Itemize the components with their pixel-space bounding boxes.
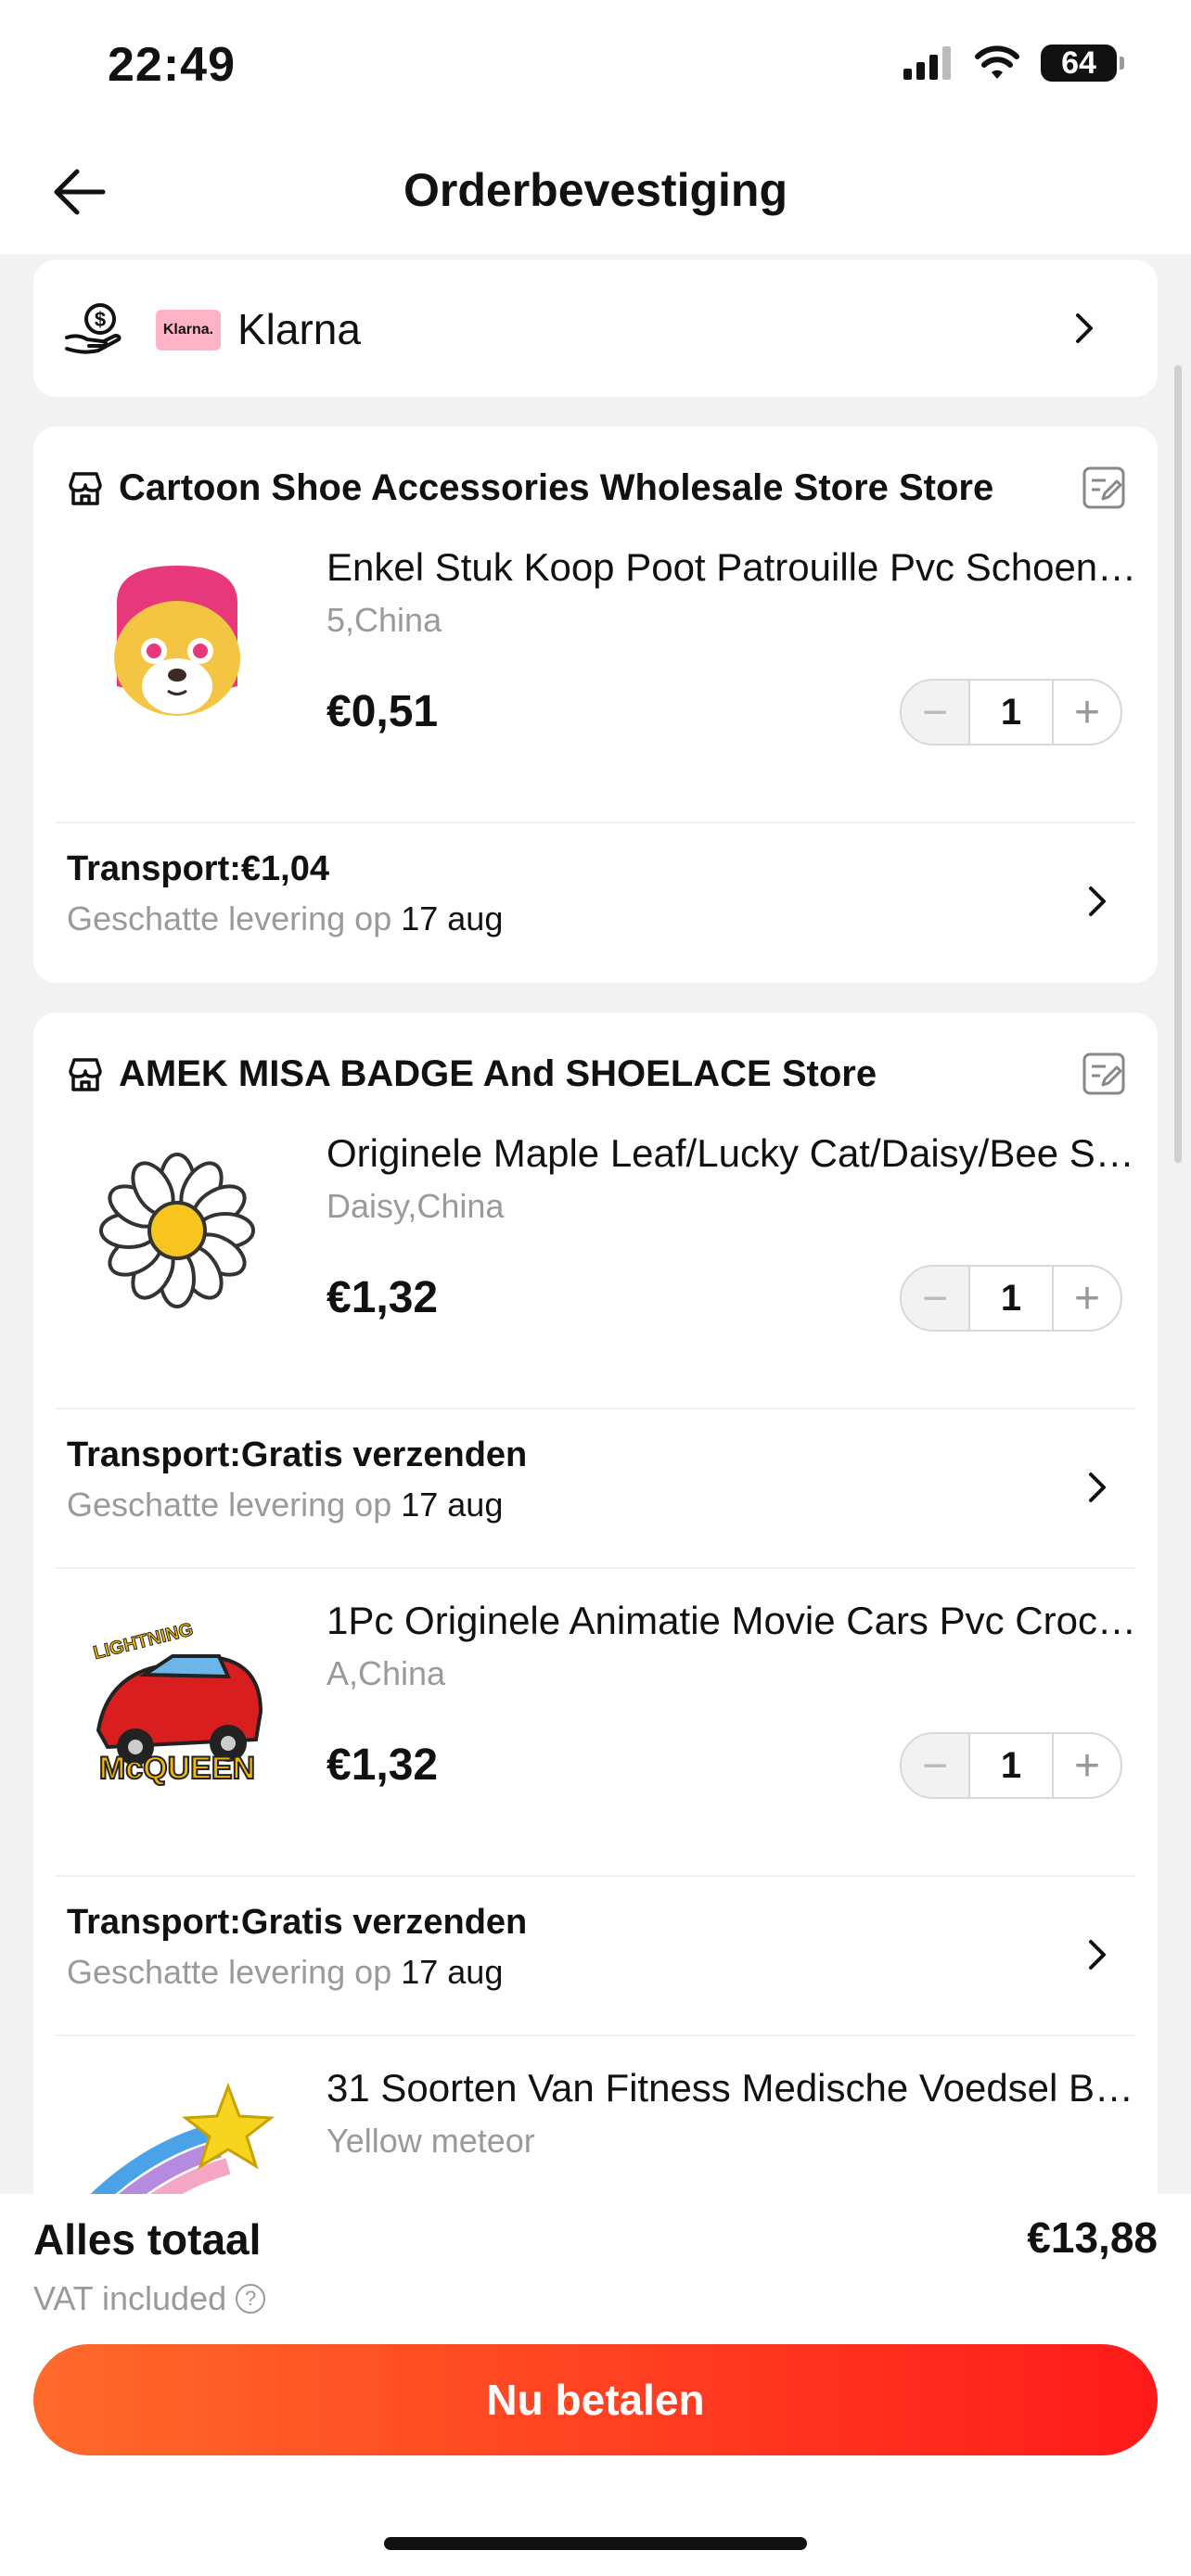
decrease-quantity-button[interactable]: − (902, 1734, 968, 1797)
product-item[interactable]: Originele Maple Leaf/Lucky Cat/Daisy/Bee… (33, 1105, 1158, 1384)
payment-hand-coin-icon: $ (65, 303, 122, 354)
delivery-estimate: Geschatte levering op 17 aug (67, 1486, 503, 1524)
chevron-right-icon (1089, 1940, 1106, 1970)
quantity-value[interactable]: 1 (968, 1267, 1054, 1330)
scrollbar[interactable] (1174, 365, 1182, 1163)
product-price: €0,51 (327, 687, 439, 736)
wifi-icon (975, 45, 1019, 79)
decrease-quantity-button[interactable]: − (902, 1267, 968, 1330)
product-item[interactable]: 31 Soorten Van Fitness Medische Voedsel … (33, 2040, 1158, 2194)
delivery-date: 17 aug (401, 1953, 504, 1991)
divider (56, 2034, 1135, 2036)
product-price: €1,32 (327, 1273, 439, 1322)
product-variant: 5,China (327, 601, 442, 639)
product-title: 1Pc Originele Animatie Movie Cars Pvc Cr… (327, 1599, 1143, 1642)
store-icon (69, 471, 102, 505)
store-header[interactable]: Cartoon Shoe Accessories Wholesale Store… (67, 467, 993, 509)
shipping-label: Transport:€1,04 (67, 849, 329, 888)
page-title: Orderbevestiging (403, 164, 788, 216)
nav-bar: Orderbevestiging (0, 130, 1191, 254)
product-price: €1,32 (327, 1741, 439, 1790)
note-edit-icon[interactable] (1082, 1052, 1126, 1096)
quantity-stepper[interactable]: − 1 + (900, 679, 1122, 746)
decrease-quantity-button[interactable]: − (902, 681, 968, 744)
shipping-row[interactable]: Transport:Gratis verzenden Geschatte lev… (33, 1409, 1158, 1567)
product-item[interactable]: McQUEEN LIGHTNING 1Pc Originele Animatie… (33, 1573, 1158, 1851)
product-title: Originele Maple Leaf/Lucky Cat/Daisy/Bee… (327, 1131, 1143, 1175)
product-variant: Yellow meteor (327, 2122, 535, 2160)
delivery-estimate: Geschatte levering op 17 aug (67, 899, 503, 938)
product-title: Enkel Stuk Koop Poot Patrouille Pvc Scho… (327, 545, 1143, 589)
product-image (90, 2082, 275, 2194)
svg-text:$: $ (95, 308, 106, 331)
chevron-right-icon (1089, 886, 1106, 916)
divider (56, 1567, 1135, 1569)
product-image: McQUEEN LIGHTNING (91, 1619, 263, 1787)
store-header[interactable]: AMEK MISA BADGE And SHOELACE Store (67, 1053, 877, 1095)
chevron-right-icon (1089, 1473, 1106, 1502)
product-variant: Daisy,China (327, 1187, 505, 1225)
order-content[interactable]: $ Klarna. Klarna Cartoon Shoe Accessorie… (0, 254, 1191, 2194)
home-indicator[interactable] (384, 2537, 807, 2550)
total-amount: €13,88 (1027, 2213, 1158, 2262)
signal-icon (903, 46, 951, 80)
product-variant: A,China (327, 1654, 446, 1692)
pay-now-button[interactable]: Nu betalen (33, 2344, 1158, 2455)
store-card: AMEK MISA BADGE And SHOELACE Store Origi… (33, 1013, 1158, 2194)
quantity-stepper[interactable]: − 1 + (900, 1265, 1122, 1332)
increase-quantity-button[interactable]: + (1054, 1267, 1121, 1330)
product-image (99, 1153, 255, 1308)
increase-quantity-button[interactable]: + (1054, 1734, 1121, 1797)
payment-method-row[interactable]: $ Klarna. Klarna (33, 260, 1158, 397)
product-item[interactable]: Enkel Stuk Koop Poot Patrouille Pvc Scho… (33, 519, 1158, 797)
shipping-row[interactable]: Transport:€1,04 Geschatte levering op 17… (33, 823, 1158, 981)
battery-indicator: 64 (1041, 45, 1124, 82)
delivery-prefix: Geschatte levering op (67, 1486, 392, 1524)
store-card: Cartoon Shoe Accessories Wholesale Store… (33, 427, 1158, 983)
store-name: AMEK MISA BADGE And SHOELACE Store (119, 1053, 877, 1094)
increase-quantity-button[interactable]: + (1054, 681, 1121, 744)
delivery-date: 17 aug (401, 1486, 504, 1524)
store-icon (69, 1057, 102, 1091)
chevron-right-icon (1076, 313, 1093, 343)
quantity-stepper[interactable]: − 1 + (900, 1732, 1122, 1799)
delivery-prefix: Geschatte levering op (67, 1953, 392, 1991)
store-name: Cartoon Shoe Accessories Wholesale Store… (119, 467, 994, 508)
note-edit-icon[interactable] (1082, 465, 1126, 510)
total-label: Alles totaal (33, 2215, 262, 2264)
checkout-footer: Alles totaal €13,88 VAT included ? Nu be… (0, 2194, 1191, 2576)
product-title: 31 Soorten Van Fitness Medische Voedsel … (327, 2066, 1143, 2110)
status-icons: 64 (903, 45, 1124, 82)
quantity-value[interactable]: 1 (968, 681, 1054, 744)
shipping-label: Transport:Gratis verzenden (67, 1903, 528, 1942)
shipping-label: Transport:Gratis verzenden (67, 1435, 528, 1474)
delivery-prefix: Geschatte levering op (67, 899, 392, 937)
delivery-estimate: Geschatte levering op 17 aug (67, 1953, 503, 1992)
svg-text:McQUEEN: McQUEEN (99, 1751, 255, 1786)
status-time: 22:49 (108, 38, 236, 92)
quantity-value[interactable]: 1 (968, 1734, 1054, 1797)
klarna-logo: Klarna. (156, 310, 221, 351)
product-image (114, 566, 240, 716)
payment-method-name: Klarna (237, 305, 361, 353)
vat-note: VAT included ? (33, 2279, 266, 2318)
vat-text: VAT included (33, 2279, 227, 2317)
delivery-date: 17 aug (401, 899, 504, 937)
info-icon[interactable]: ? (236, 2284, 266, 2314)
shipping-row[interactable]: Transport:Gratis verzenden Geschatte lev… (33, 1877, 1158, 2034)
status-bar: 22:49 64 (0, 0, 1191, 130)
